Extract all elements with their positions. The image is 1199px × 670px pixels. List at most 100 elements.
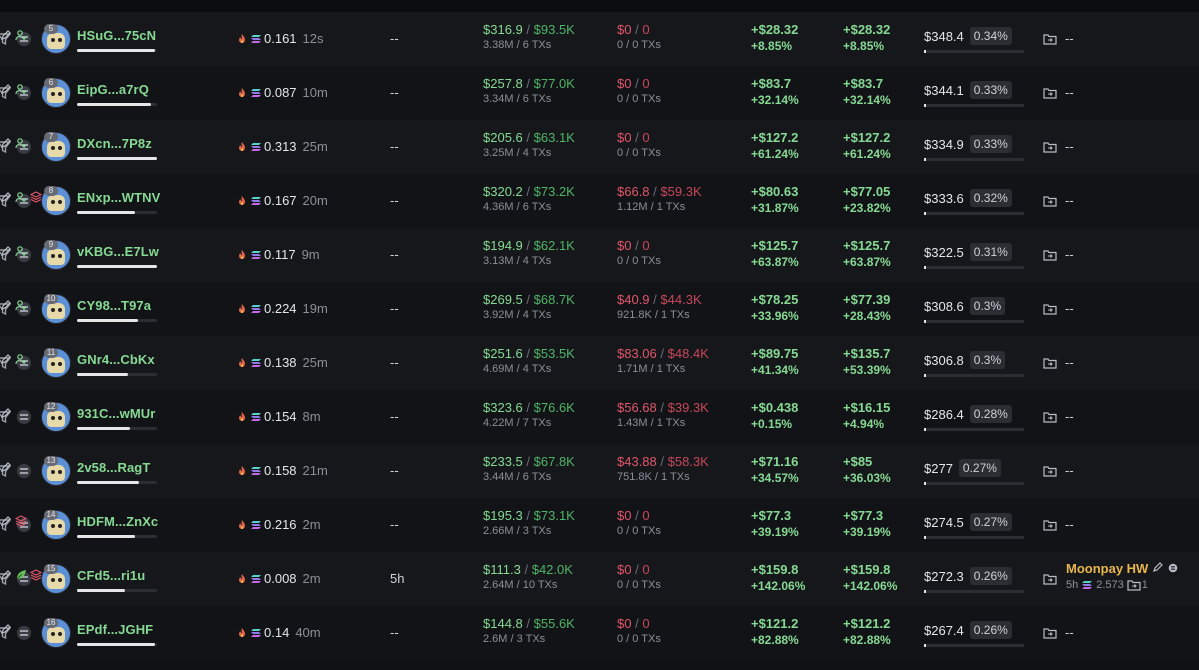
user-plus-icon[interactable]	[15, 298, 27, 311]
balance-bar-fill	[924, 374, 926, 377]
menu-icon[interactable]	[17, 626, 31, 640]
sold-usd: $83.06	[617, 346, 657, 361]
pnl-realized: +$83.7 +32.14%	[751, 76, 799, 108]
table-row[interactable]: 5 HSuG...75cN 0.161 12s -- $316.9 / $93.5K 3.3…	[0, 12, 1199, 66]
hold-time: --	[390, 463, 399, 478]
wallet-address[interactable]: CFd5...ri1u	[77, 568, 145, 583]
wallet-address[interactable]: EipG...a7rQ	[77, 82, 149, 97]
table-row[interactable]: 10 CY98...T97a 0.224 19m -- $269.5 / $68.7K 3.…	[0, 282, 1199, 336]
table-row[interactable]: 16 EPdf...JGHF 0.14 40m -- $144.8 / $55.6K 2.6…	[0, 606, 1199, 660]
balance-bar-fill	[924, 104, 926, 107]
hold-time: --	[390, 355, 399, 370]
pencil-icon[interactable]	[1152, 561, 1164, 573]
sold-separator: /	[635, 238, 639, 253]
wallet-label: GNr4...CbKx	[77, 352, 155, 367]
folder-arrow-icon[interactable]	[1043, 140, 1057, 153]
bought: $205.6 / $63.1K 3.25M / 4 TXs	[483, 130, 575, 159]
folder-arrow-icon[interactable]	[1043, 302, 1057, 315]
folder-arrow-icon[interactable]	[1043, 32, 1057, 45]
folder-arrow-icon[interactable]	[1043, 194, 1057, 207]
sold: $0 / 0 0 / 0 TXs	[617, 616, 661, 645]
pnl-realized-value: +$159.8	[751, 562, 799, 577]
pnl-realized-pct: +63.87%	[751, 255, 799, 269]
table-row[interactable]: 9 vKBG...E7Lw 0.117 9m -- $194.9 / $62.1K 3.13…	[0, 228, 1199, 282]
bought-sub: 3.92M / 4 TXs	[483, 309, 552, 321]
pencil-icon[interactable]	[0, 298, 12, 310]
wallet-address[interactable]: HDFM...ZnXc	[77, 514, 158, 529]
wallet-label: DXcn...7P8z	[77, 136, 152, 151]
folder-arrow-icon[interactable]	[1043, 626, 1057, 639]
folder-arrow-icon[interactable]	[1043, 464, 1057, 477]
folder-arrow-icon[interactable]	[1043, 410, 1057, 423]
wallet-bar	[77, 319, 157, 322]
table-row[interactable]: 7 DXcn...7P8z 0.313 25m -- $205.6 / $63.1K 3.2…	[0, 120, 1199, 174]
pencil-icon[interactable]	[0, 244, 12, 256]
wallet-address[interactable]: DXcn...7P8z	[77, 136, 152, 151]
pencil-icon[interactable]	[0, 136, 12, 148]
pencil-icon[interactable]	[0, 82, 12, 94]
table-row[interactable]: 8 ENxp...WTNV 0.167 20m -- $320.2 / $73.2K 4.3…	[0, 174, 1199, 228]
table-row[interactable]: 13 2v58...RagT 0.158 21m -- $233.5 / $67.8K 3.…	[0, 444, 1199, 498]
pnl-realized: +$159.8 +142.06%	[751, 562, 805, 594]
wallet-address[interactable]: GNr4...CbKx	[77, 352, 155, 367]
pnl-total-value: +$125.7	[843, 238, 891, 253]
pencil-icon[interactable]	[0, 460, 12, 472]
hold-time: --	[390, 139, 399, 154]
pencil-icon[interactable]	[0, 406, 12, 418]
sold-separator: /	[635, 22, 639, 37]
wallet-address[interactable]: ENxp...WTNV	[77, 190, 160, 205]
wallet-address[interactable]: vKBG...E7Lw	[77, 244, 159, 259]
user-plus-icon[interactable]	[15, 244, 27, 257]
sold-usd: $56.68	[617, 400, 657, 415]
sold-separator: /	[660, 454, 665, 469]
solana-icon	[1081, 579, 1093, 591]
wallet-tag: --	[1065, 31, 1074, 46]
table-row[interactable]: 12 931C...wMUr 0.154 8m -- $323.6 / $76.6K 4.2…	[0, 390, 1199, 444]
pencil-icon[interactable]	[0, 514, 12, 526]
pnl-total: +$159.8 +142.06%	[843, 562, 897, 594]
remaining-balance: $267.4 0.26%	[924, 621, 1012, 639]
layers-icon	[14, 514, 28, 527]
pnl-total-pct: +28.43%	[843, 309, 891, 323]
user-plus-icon[interactable]	[15, 352, 27, 365]
pnl-total: +$77.3 +39.19%	[843, 508, 891, 540]
menu-icon[interactable]	[17, 464, 31, 478]
user-plus-icon[interactable]	[15, 190, 27, 203]
table-row[interactable]: 6 EipG...a7rQ 0.087 10m -- $257.8 / $77.0K 3.3…	[0, 66, 1199, 120]
hold-time: --	[390, 409, 399, 424]
wallet-tag-name[interactable]: Moonpay HW	[1066, 561, 1180, 576]
pencil-icon[interactable]	[0, 190, 12, 202]
wallet-address[interactable]: 931C...wMUr	[77, 406, 155, 421]
folder-arrow-icon[interactable]	[1043, 572, 1057, 585]
wallet-address[interactable]: HSuG...75cN	[77, 28, 156, 43]
rank-badge: 14	[44, 510, 58, 520]
table-row[interactable]: 11 GNr4...CbKx 0.138 25m -- $251.6 / $53.5K 4.…	[0, 336, 1199, 390]
pnl-realized-pct: +41.34%	[751, 363, 799, 377]
folder-arrow-icon[interactable]	[1043, 518, 1057, 531]
user-plus-icon[interactable]	[15, 28, 27, 41]
table-row[interactable]: 14 HDFM...ZnXc 0.216 2m -- $195.3 / $73.1K 2.6…	[0, 498, 1199, 552]
user-plus-icon[interactable]	[15, 136, 27, 149]
folder-arrow-icon[interactable]	[1043, 86, 1057, 99]
wallet-tag: --	[1065, 463, 1074, 478]
folder-arrow-icon[interactable]	[1043, 356, 1057, 369]
bought-sub: 2.64M / 10 TXs	[483, 579, 558, 591]
menu-icon[interactable]	[17, 410, 31, 424]
traders-table: 5 HSuG...75cN 0.161 12s -- $316.9 / $93.5K 3.3…	[0, 12, 1199, 660]
sold-total: 0	[642, 616, 650, 631]
pencil-icon[interactable]	[0, 568, 12, 580]
pencil-icon[interactable]	[0, 352, 12, 364]
wallet-badges	[0, 242, 27, 258]
pencil-icon[interactable]	[0, 28, 12, 40]
wallet-address[interactable]: EPdf...JGHF	[77, 622, 153, 637]
pencil-icon[interactable]	[0, 622, 12, 634]
bought-usd: $144.8	[483, 616, 523, 631]
table-row[interactable]: 15 CFd5...ri1u 0.008 2m 5h $111.3 / $42.0K 2.6…	[0, 552, 1199, 606]
balance-bar	[924, 104, 1024, 107]
user-plus-icon[interactable]	[15, 82, 27, 95]
rank-badge: 8	[44, 186, 58, 196]
wallet-address[interactable]: 2v58...RagT	[77, 460, 150, 475]
folder-arrow-icon[interactable]	[1043, 248, 1057, 261]
wallet-bar-fill	[77, 319, 138, 322]
wallet-address[interactable]: CY98...T97a	[77, 298, 151, 313]
